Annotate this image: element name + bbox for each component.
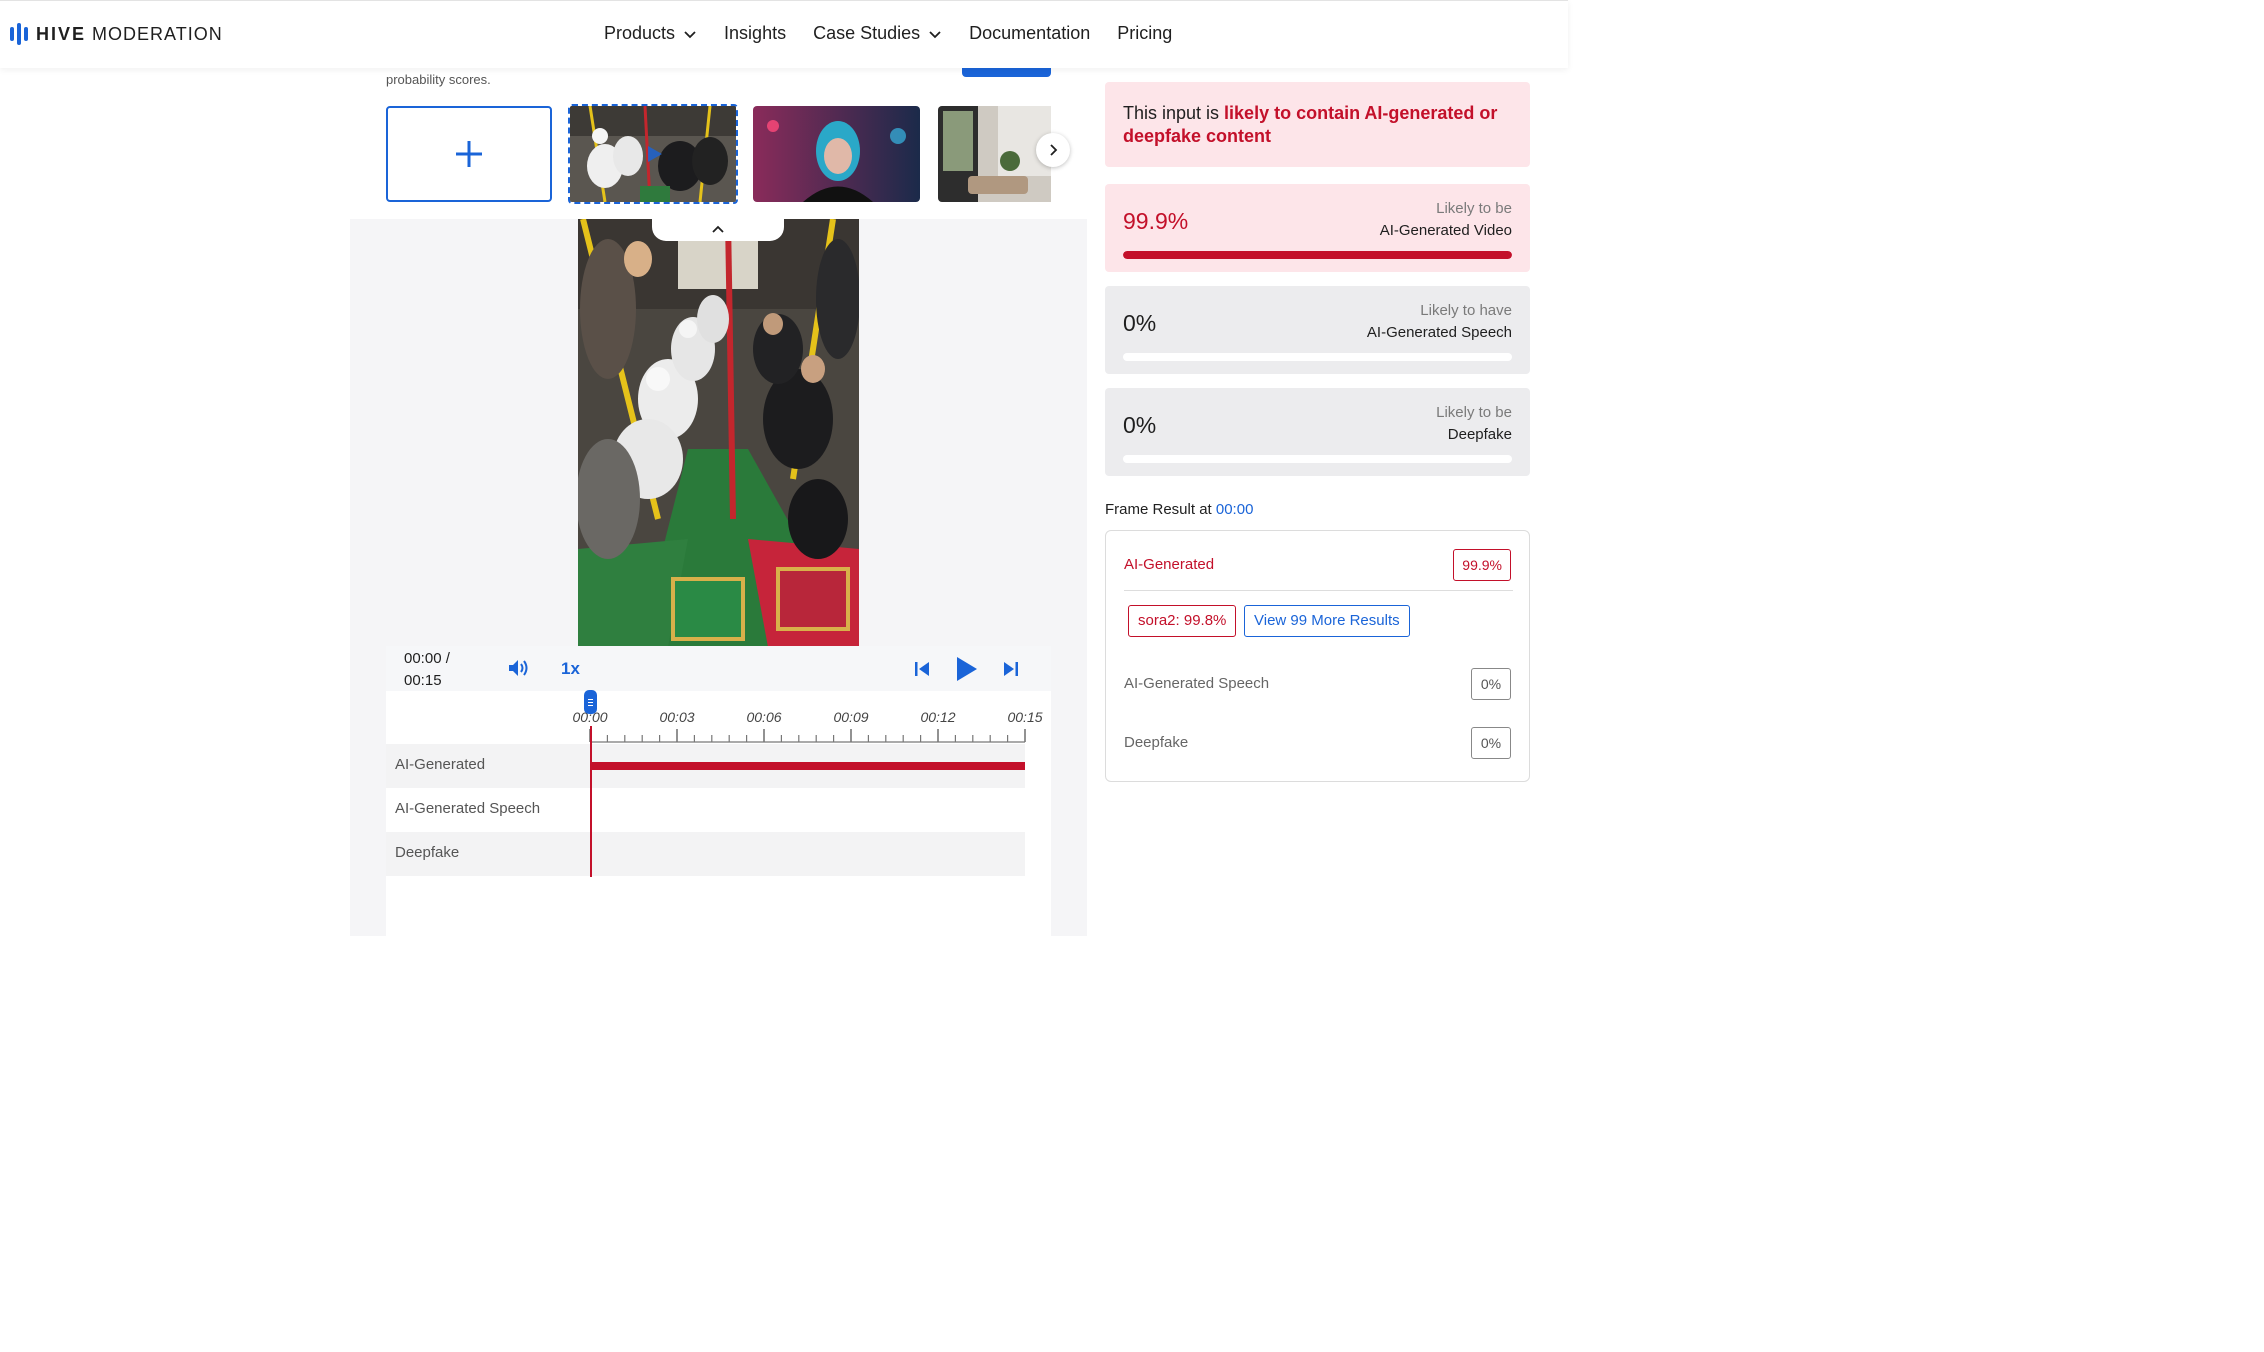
track-deepfake: Deepfake bbox=[386, 832, 1025, 876]
skip-forward-icon[interactable] bbox=[1003, 660, 1019, 678]
score-caption: Likely to be bbox=[1436, 200, 1512, 217]
model-result-chip: sora2: 99.8% bbox=[1128, 605, 1237, 637]
playhead-handle[interactable] bbox=[584, 690, 597, 714]
score-percent: 0% bbox=[1123, 310, 1157, 336]
divider bbox=[1124, 590, 1513, 591]
frame-ai-label: AI-Generated bbox=[1124, 556, 1215, 573]
track-ai-speech: AI-Generated Speech bbox=[386, 788, 1025, 832]
logo-rest-text: MODERATION bbox=[92, 23, 223, 44]
intro-text: probability scores. bbox=[386, 72, 491, 87]
sample-thumbnail-3[interactable] bbox=[938, 106, 1051, 202]
score-bar bbox=[1123, 455, 1512, 463]
playback-speed-button[interactable]: 1x bbox=[561, 659, 580, 679]
top-navigation-bar: HIVE MODERATION Products Insights Case S… bbox=[0, 0, 1568, 68]
score-category: AI-Generated Video bbox=[1379, 222, 1512, 239]
playhead-line bbox=[590, 726, 592, 877]
frame-ai-badge: 99.9% bbox=[1453, 549, 1511, 581]
video-frame-image bbox=[578, 219, 859, 647]
thumbnails-next-button[interactable] bbox=[1036, 133, 1070, 167]
frame-deepfake-badge: 0% bbox=[1471, 727, 1511, 759]
cyberpunk-portrait-thumbnail-image bbox=[753, 106, 920, 202]
upload-tile[interactable] bbox=[386, 106, 552, 202]
score-caption: Likely to have bbox=[1420, 302, 1512, 319]
logo-bold-text: HIVE bbox=[36, 23, 87, 44]
ruler-ticks bbox=[589, 729, 1026, 743]
score-card-ai-speech: 0% Likely to have AI-Generated Speech bbox=[1105, 286, 1530, 374]
video-preview[interactable] bbox=[578, 219, 859, 647]
score-caption: Likely to be bbox=[1436, 404, 1512, 421]
frame-deepfake-label: Deepfake bbox=[1124, 734, 1189, 751]
current-time: 00:00 / bbox=[404, 650, 450, 667]
score-category: Deepfake bbox=[1447, 426, 1512, 443]
nav-pricing[interactable]: Pricing bbox=[1117, 23, 1172, 44]
view-more-results-button[interactable]: View 99 More Results bbox=[1244, 605, 1410, 637]
track-label: AI-Generated Speech bbox=[395, 800, 541, 817]
hive-logo-icon bbox=[10, 23, 28, 45]
nav-insights[interactable]: Insights bbox=[724, 23, 786, 44]
living-room-thumbnail-image bbox=[938, 106, 1051, 202]
score-bar bbox=[1123, 251, 1512, 259]
frame-time: 00:00 bbox=[1215, 501, 1254, 518]
volume-icon[interactable] bbox=[507, 658, 529, 678]
chevron-right-icon bbox=[1050, 144, 1058, 156]
track-label: Deepfake bbox=[395, 844, 460, 861]
chevron-down-icon bbox=[929, 30, 941, 38]
chevron-down-icon bbox=[684, 30, 696, 38]
score-bar bbox=[1123, 353, 1512, 361]
total-time: 00:15 bbox=[404, 672, 442, 689]
subway-prayer-thumbnail-image bbox=[570, 106, 736, 202]
hive-logo[interactable]: HIVE MODERATION bbox=[10, 23, 223, 45]
time-readout: 00:00 / 00:15 bbox=[404, 648, 450, 692]
frame-result-box: AI-Generated 99.9% sora2: 99.8% View 99 … bbox=[1105, 530, 1530, 782]
play-icon[interactable] bbox=[955, 655, 979, 683]
score-percent: 0% bbox=[1123, 412, 1157, 438]
score-bar-fill bbox=[1123, 251, 1512, 259]
nav-documentation[interactable]: Documentation bbox=[969, 23, 1090, 44]
chevron-up-icon bbox=[712, 225, 724, 233]
nav-case-studies[interactable]: Case Studies bbox=[813, 23, 942, 44]
frame-speech-badge: 0% bbox=[1471, 668, 1511, 700]
nav-products[interactable]: Products bbox=[604, 23, 697, 44]
score-category: AI-Generated Speech bbox=[1366, 324, 1512, 341]
score-card-deepfake: 0% Likely to be Deepfake bbox=[1105, 388, 1530, 476]
main-nav: Products Insights Case Studies Documenta… bbox=[604, 23, 1199, 44]
sample-thumbnail-2[interactable] bbox=[753, 106, 920, 202]
collapse-thumbnails-button[interactable] bbox=[652, 216, 784, 241]
sample-thumbnail-selected[interactable] bbox=[568, 104, 738, 204]
score-percent: 99.9% bbox=[1123, 208, 1189, 234]
track-ai-generated: AI-Generated bbox=[386, 744, 1025, 788]
timeline-ruler[interactable]: 00:00 00:03 00:06 00:09 00:12 00:15 bbox=[386, 691, 1051, 745]
track-label: AI-Generated bbox=[395, 756, 486, 773]
detection-segment[interactable] bbox=[590, 762, 1025, 770]
frame-result-title: Frame Result at 00:00 bbox=[1105, 501, 1254, 518]
verdict-banner: This input is likely to contain AI-gener… bbox=[1105, 82, 1530, 167]
score-card-ai-video: 99.9% Likely to be AI-Generated Video bbox=[1105, 184, 1530, 272]
video-controls-panel: 00:00 / 00:15 1x 00:00 00:03 00:06 00:09 00:… bbox=[386, 646, 1051, 936]
frame-speech-label: AI-Generated Speech bbox=[1124, 675, 1270, 692]
plus-icon bbox=[456, 141, 482, 167]
verdict-prefix: This input is bbox=[1123, 103, 1225, 123]
player-control-bar: 00:00 / 00:15 1x bbox=[386, 646, 1051, 691]
skip-back-icon[interactable] bbox=[914, 660, 930, 678]
